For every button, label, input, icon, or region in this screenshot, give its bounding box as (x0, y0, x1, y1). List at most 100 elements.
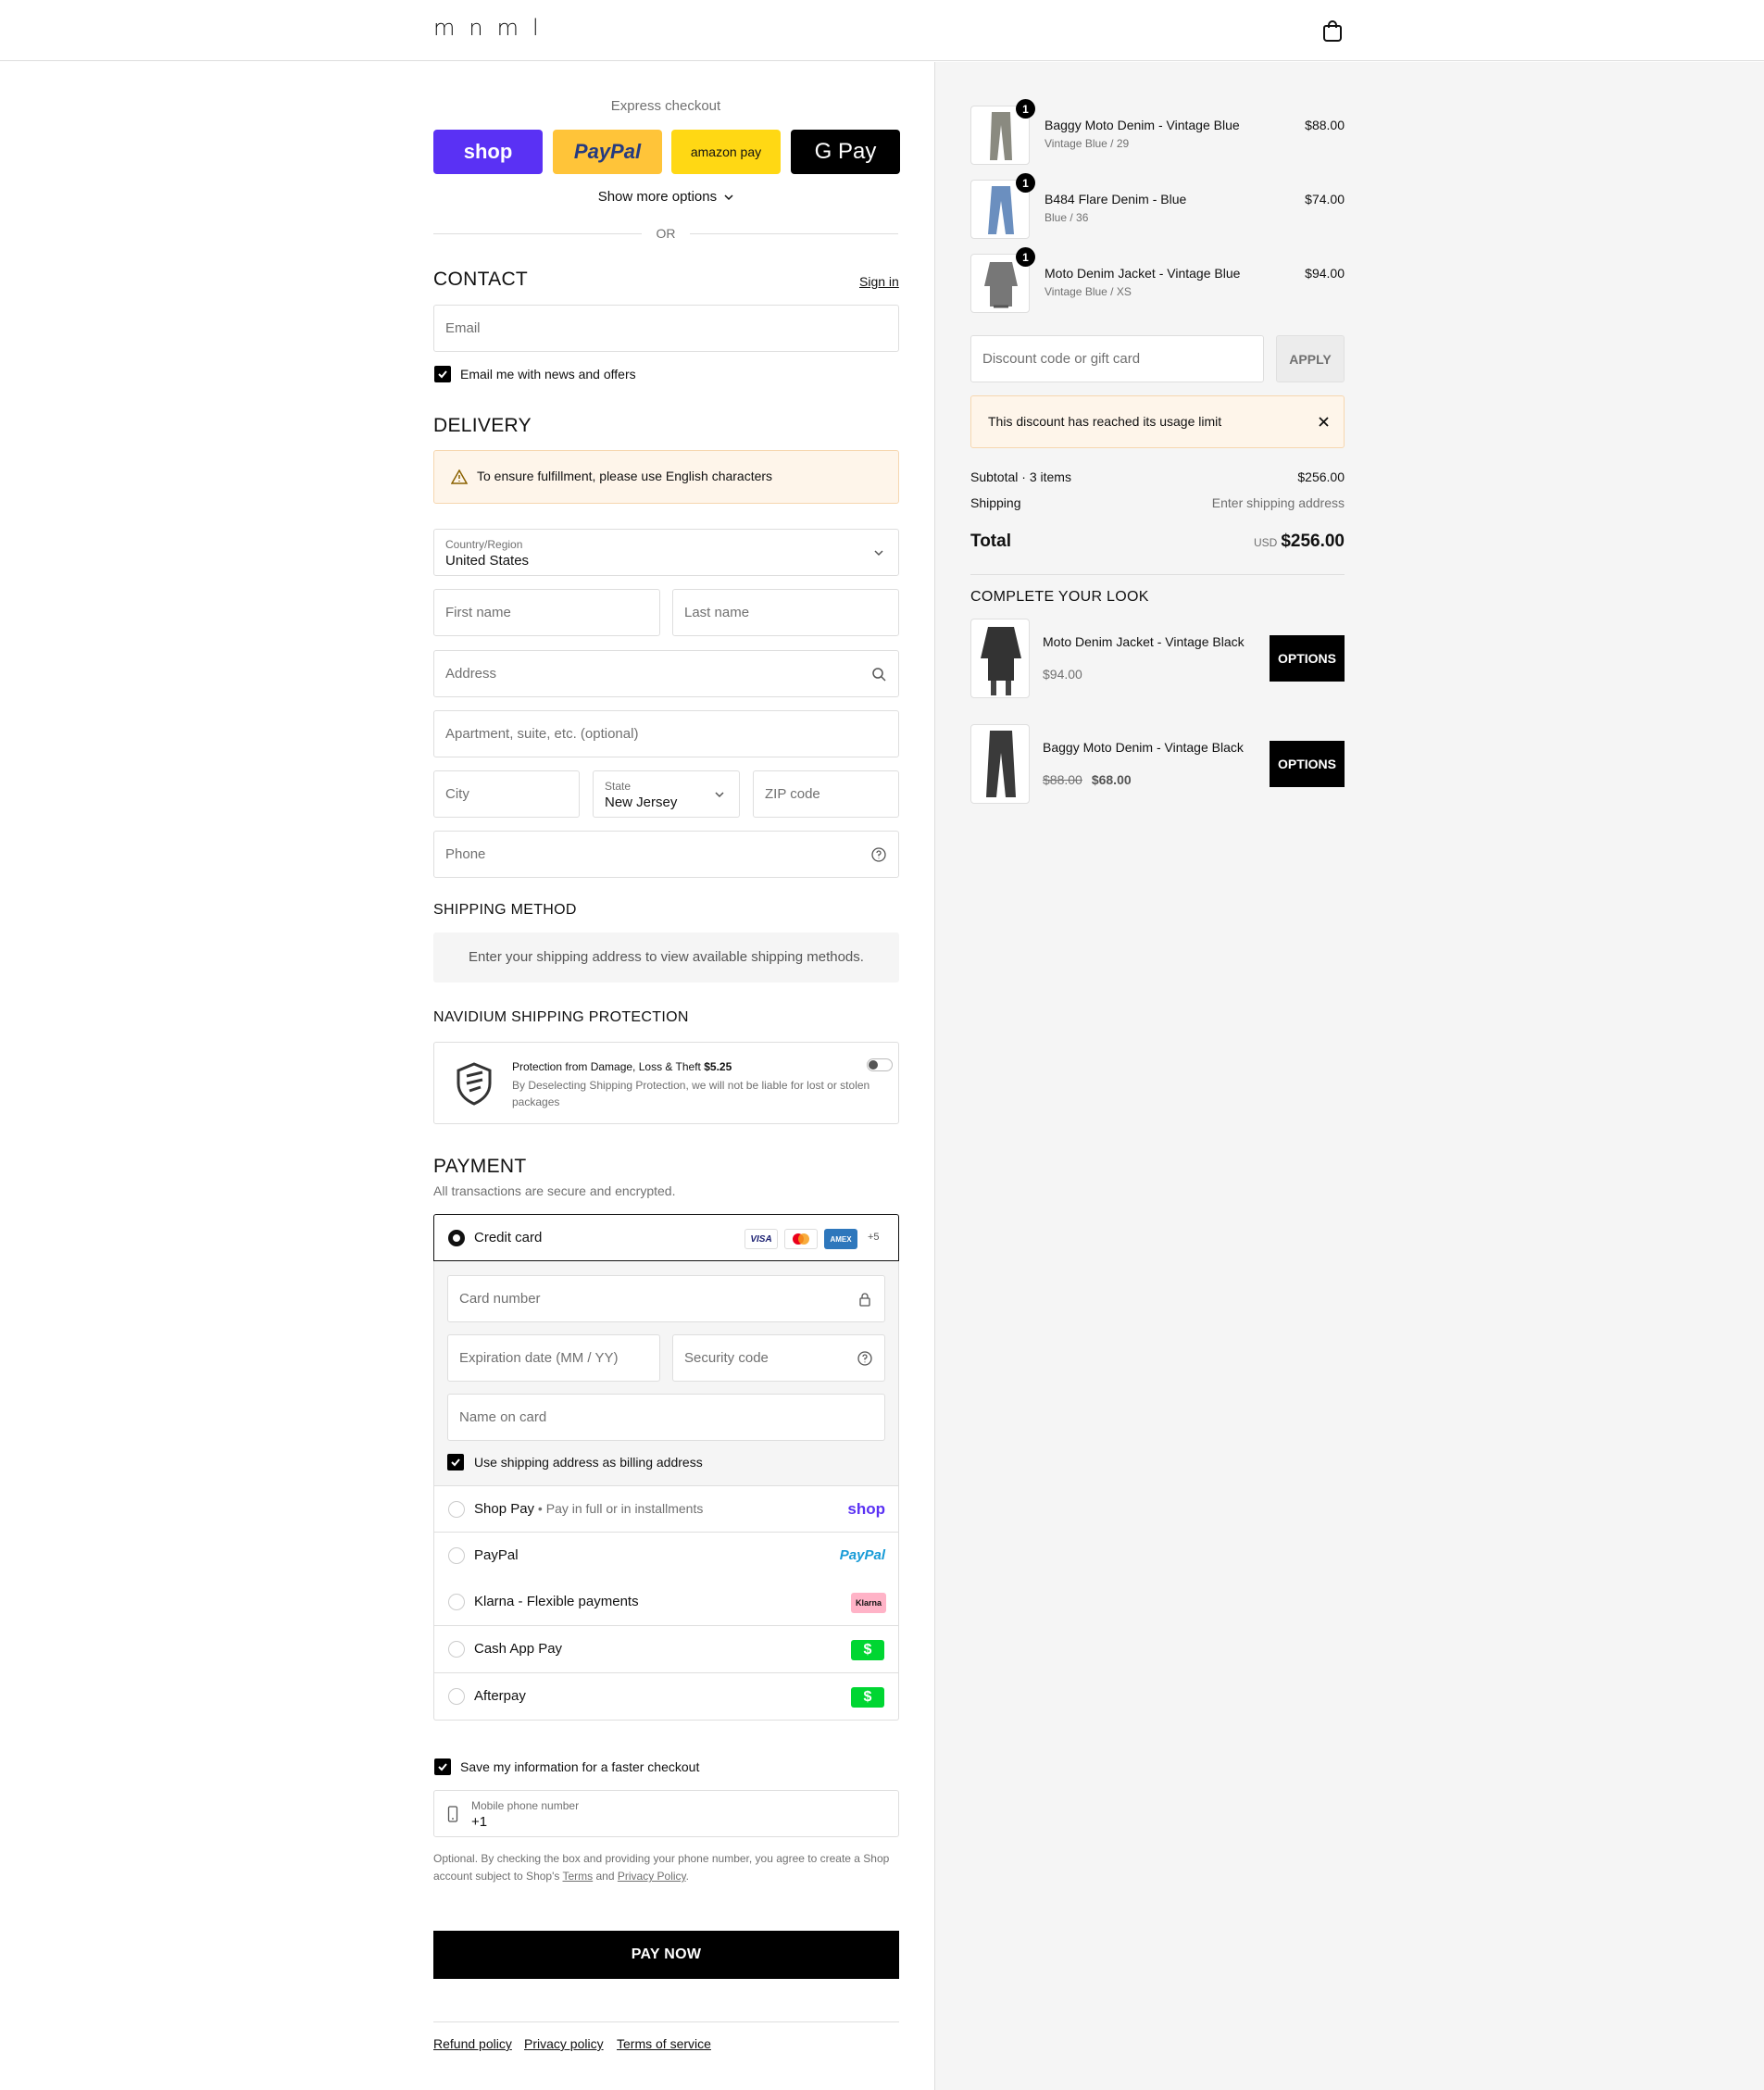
warning-text: To ensure fulfillment, please use Englis… (477, 469, 773, 483)
paypal-radio[interactable] (448, 1547, 465, 1564)
payment-heading: PAYMENT (433, 1156, 527, 1177)
show-more-options-link[interactable]: Show more options (433, 189, 898, 205)
save-info-checkbox[interactable] (434, 1758, 451, 1775)
pay-now-button[interactable]: PAY NOW (433, 1931, 899, 1979)
paypal-option[interactable]: PayPal PayPal (433, 1533, 899, 1580)
upsell-item-name: Moto Denim Jacket - Vintage Black (1043, 634, 1245, 649)
credit-card-radio[interactable] (448, 1230, 465, 1246)
cart-item-price: $74.00 (1305, 192, 1345, 206)
discount-code-field[interactable]: Discount code or gift card (970, 335, 1264, 382)
cart-item-price: $94.00 (1305, 266, 1345, 281)
shop-legal-text: Optional. By checking the box and provid… (433, 1850, 899, 1885)
state-value: New Jersey (605, 795, 678, 810)
email-field[interactable]: Email (433, 305, 899, 352)
cart-item-variant: Vintage Blue / XS (1045, 285, 1132, 298)
apply-discount-button[interactable]: APPLY (1276, 335, 1345, 382)
afterpay-option[interactable]: Afterpay $ (433, 1673, 899, 1721)
cart-item-price: $88.00 (1305, 118, 1345, 132)
cash-app-radio[interactable] (448, 1641, 465, 1658)
upsell-options-button[interactable]: OPTIONS (1270, 635, 1345, 682)
shipping-method-heading: SHIPPING METHOD (433, 902, 577, 918)
privacy-policy-link[interactable]: Privacy Policy (618, 1870, 686, 1883)
state-label: State (605, 780, 632, 793)
complete-your-look-heading: COMPLETE YOUR LOOK (970, 589, 1149, 605)
amazon-pay-button[interactable]: amazon pay (671, 130, 781, 174)
google-pay-button[interactable]: G Pay (791, 130, 900, 174)
legal-period: . (685, 1870, 690, 1883)
chevron-down-icon (874, 550, 883, 557)
paypal-logo: PayPal (839, 1547, 885, 1563)
cart-item-name: Baggy Moto Denim - Vintage Blue (1045, 118, 1240, 132)
billing-same-label: Use shipping address as billing address (474, 1455, 703, 1470)
shipping-label: Shipping (970, 495, 1021, 510)
more-cards-count: +5 (868, 1232, 880, 1243)
contact-heading: CONTACT (433, 269, 529, 290)
terms-of-service-link[interactable]: Terms of service (617, 2036, 711, 2051)
afterpay-radio[interactable] (448, 1688, 465, 1705)
shop-pay-option-label: Shop Pay • Pay in full or in installment… (474, 1501, 704, 1517)
site-header: mnml (0, 0, 1764, 61)
shop-pay-radio[interactable] (448, 1501, 465, 1518)
first-name-field[interactable]: First name (433, 589, 660, 636)
protection-toggle[interactable] (867, 1058, 893, 1071)
cart-item-name: Moto Denim Jacket - Vintage Blue (1045, 266, 1241, 281)
security-code-field[interactable]: Security code (672, 1334, 885, 1382)
delivery-heading: DELIVERY (433, 415, 532, 436)
show-more-options-label: Show more options (597, 189, 718, 205)
quantity-badge: 1 (1016, 247, 1035, 267)
mobile-phone-label: Mobile phone number (471, 1799, 580, 1812)
upsell-item-price: $94.00 (1043, 667, 1082, 682)
name-on-card-field[interactable]: Name on card (447, 1394, 885, 1441)
upsell-item-name: Baggy Moto Denim - Vintage Black (1043, 740, 1244, 755)
klarna-option[interactable]: Klarna - Flexible payments Klarna (433, 1579, 899, 1626)
upsell-options-button[interactable]: OPTIONS (1270, 741, 1345, 787)
expiration-field[interactable]: Expiration date (MM / YY) (447, 1334, 660, 1382)
privacy-policy-footer-link[interactable]: Privacy policy (524, 2036, 604, 2051)
last-name-field[interactable]: Last name (672, 589, 899, 636)
email-placeholder: Email (445, 320, 481, 336)
expiration-placeholder: Expiration date (MM / YY) (459, 1350, 619, 1366)
help-circle-icon[interactable] (857, 1350, 873, 1367)
toggle-knob (869, 1060, 878, 1070)
state-select[interactable]: State New Jersey (593, 770, 740, 818)
klarna-logo: Klarna (851, 1593, 886, 1613)
protection-headline: Protection from Damage, Loss & Theft (512, 1060, 701, 1073)
close-icon[interactable] (1318, 416, 1330, 428)
quantity-badge: 1 (1016, 99, 1035, 119)
billing-same-checkbox[interactable] (447, 1454, 464, 1471)
email-news-checkbox[interactable] (434, 366, 451, 382)
shop-pay-button[interactable]: shop (433, 130, 543, 174)
paypal-label: PayPal (573, 140, 642, 163)
upsell-thumbnail[interactable] (970, 724, 1030, 804)
apartment-field[interactable]: Apartment, suite, etc. (optional) (433, 710, 899, 757)
sign-in-link[interactable]: Sign in (859, 274, 899, 289)
subtotal-label: Subtotal · 3 items (970, 469, 1071, 484)
phone-field[interactable]: Phone (433, 831, 899, 878)
klarna-radio[interactable] (448, 1594, 465, 1610)
credit-card-option[interactable]: Credit card VISA AMEX +5 (433, 1214, 899, 1261)
refund-policy-link[interactable]: Refund policy (433, 2036, 512, 2051)
card-number-field[interactable]: Card number (447, 1275, 885, 1322)
store-logo[interactable]: mnml (433, 15, 553, 41)
country-select[interactable]: Country/Region United States (433, 529, 899, 576)
terms-link[interactable]: Terms (563, 1870, 594, 1883)
last-name-placeholder: Last name (684, 605, 750, 620)
zip-field[interactable]: ZIP code (753, 770, 899, 818)
email-news-label: Email me with news and offers (460, 367, 636, 382)
cart-item-variant: Blue / 36 (1045, 211, 1089, 224)
shopping-bag-icon[interactable] (1322, 19, 1343, 43)
footer-divider (433, 2021, 899, 2022)
paypal-button[interactable]: PayPal (553, 130, 662, 174)
paypal-option-label: PayPal (474, 1547, 519, 1563)
lock-icon (859, 1293, 870, 1307)
mobile-phone-field[interactable]: Mobile phone number +1 (433, 1790, 899, 1837)
cash-app-option[interactable]: Cash App Pay $ (433, 1626, 899, 1673)
shop-pay-option[interactable]: Shop Pay • Pay in full or in installment… (433, 1485, 899, 1533)
city-field[interactable]: City (433, 770, 580, 818)
google-pay-label: G Pay (814, 139, 877, 164)
upsell-thumbnail[interactable] (970, 619, 1030, 698)
help-circle-icon[interactable] (870, 846, 887, 863)
card-number-placeholder: Card number (459, 1291, 541, 1307)
address-field[interactable]: Address (433, 650, 899, 697)
klarna-option-label: Klarna - Flexible payments (474, 1594, 639, 1609)
